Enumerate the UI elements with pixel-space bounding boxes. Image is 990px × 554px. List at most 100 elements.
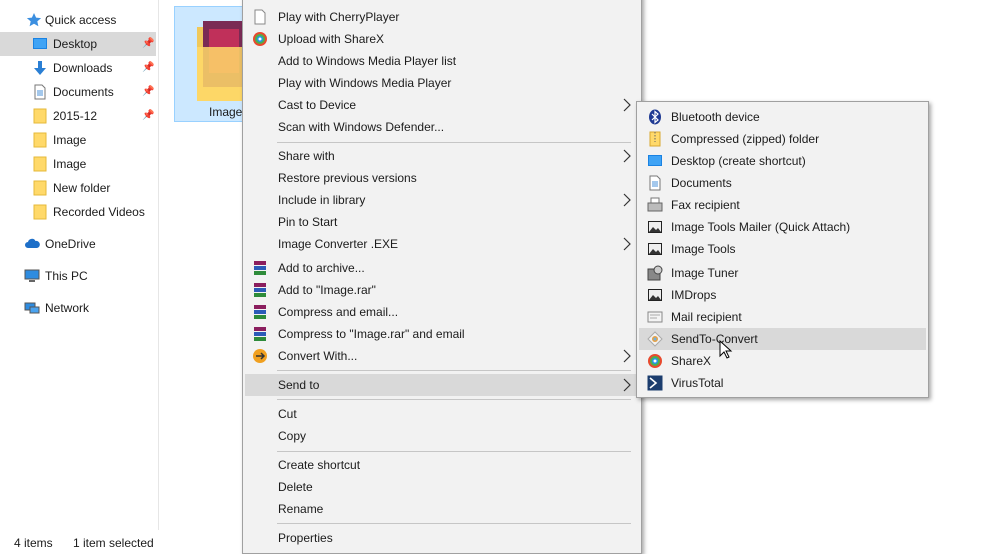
nav-item-label: Recorded Videos: [53, 205, 145, 219]
sendto-image-tools[interactable]: Image Tools: [639, 238, 926, 260]
sendto-desktop[interactable]: Desktop (create shortcut): [639, 150, 926, 172]
document-icon: [254, 9, 266, 25]
menu-item-label: Documents: [671, 176, 732, 190]
menu-item-label: Convert With...: [278, 349, 358, 363]
menu-item-restore-versions[interactable]: Restore previous versions: [245, 167, 639, 189]
image-icon: [648, 243, 662, 255]
menu-item-convert-with[interactable]: Convert With...: [245, 345, 639, 367]
nav-item-recorded-videos[interactable]: Recorded Videos: [0, 200, 156, 224]
menu-item-label: Delete: [278, 480, 313, 494]
folder-icon: [33, 204, 47, 220]
documents-icon: [649, 175, 661, 191]
nav-item-label: 2015-12: [53, 109, 98, 123]
sendto-convert-icon: [647, 331, 663, 347]
menu-item-play-wmp[interactable]: Play with Windows Media Player: [245, 72, 639, 94]
menu-separator: [277, 370, 631, 371]
nav-item-downloads[interactable]: Downloads 📌: [0, 56, 156, 80]
menu-item-label: IMDrops: [671, 288, 717, 302]
menu-item-share-with[interactable]: Share with: [245, 145, 639, 167]
menu-item-label: Compressed (zipped) folder: [671, 132, 820, 146]
pin-icon[interactable]: 📌: [142, 38, 154, 50]
menu-item-copy[interactable]: Copy: [245, 425, 639, 447]
sendto-image-tools-mailer[interactable]: Image Tools Mailer (Quick Attach): [639, 216, 926, 238]
pane-divider[interactable]: [158, 0, 159, 530]
menu-item-label: Add to Windows Media Player list: [278, 54, 457, 68]
menu-item-label: Restore previous versions: [278, 171, 417, 185]
nav-item-label: Image: [53, 133, 87, 147]
document-icon: [34, 84, 46, 100]
winrar-icon: [254, 283, 266, 297]
menu-item-label: Mail recipient: [671, 310, 742, 324]
chevron-right-icon: [623, 378, 631, 392]
nav-item-image[interactable]: Image: [0, 152, 156, 176]
pin-icon[interactable]: 📌: [142, 62, 154, 74]
nav-onedrive[interactable]: OneDrive: [0, 232, 156, 256]
menu-item-upload-sharex[interactable]: Upload with ShareX: [245, 28, 639, 50]
menu-item-label: Image Converter .EXE: [278, 237, 399, 251]
pin-icon[interactable]: 📌: [142, 110, 154, 122]
computer-icon: [24, 269, 40, 282]
folder-icon: [33, 156, 47, 172]
menu-item-include-library[interactable]: Include in library: [245, 189, 639, 211]
sendto-sendto-convert[interactable]: SendTo-Convert: [639, 328, 926, 350]
menu-separator: [277, 523, 631, 524]
menu-item-add-wmp-list[interactable]: Add to Windows Media Player list: [245, 50, 639, 72]
menu-item-cast-to-device[interactable]: Cast to Device: [245, 94, 639, 116]
nav-item-label: Desktop: [53, 37, 98, 51]
menu-item-compress-rar-email[interactable]: Compress to "Image.rar" and email: [245, 323, 639, 345]
menu-item-create-shortcut[interactable]: Create shortcut: [245, 454, 639, 476]
menu-item-image-converter[interactable]: Image Converter .EXE: [245, 233, 639, 255]
menu-item-label: Play with Windows Media Player: [278, 76, 452, 90]
nav-item-documents[interactable]: Documents 📌: [0, 80, 156, 104]
desktop-icon: [33, 38, 47, 49]
nav-item-2015-12[interactable]: 2015-12 📌: [0, 104, 156, 128]
sendto-zip-folder[interactable]: Compressed (zipped) folder: [639, 128, 926, 150]
sendto-fax[interactable]: Fax recipient: [639, 194, 926, 216]
sendto-mail-recipient[interactable]: Mail recipient: [639, 306, 926, 328]
menu-item-label: Fax recipient: [671, 198, 740, 212]
menu-item-pin-to-start[interactable]: Pin to Start: [245, 211, 639, 233]
menu-item-send-to[interactable]: Send to: [245, 374, 639, 396]
menu-item-cut[interactable]: Cut: [245, 403, 639, 425]
menu-item-play-cherryplayer[interactable]: Play with CherryPlayer: [245, 6, 639, 28]
fax-icon: [647, 197, 663, 212]
item-count: 4 items: [14, 536, 53, 550]
nav-item-label: Downloads: [53, 61, 113, 75]
nav-this-pc[interactable]: This PC: [0, 264, 156, 288]
menu-item-compress-email[interactable]: Compress and email...: [245, 301, 639, 323]
sendto-documents[interactable]: Documents: [639, 172, 926, 194]
nav-network[interactable]: Network: [0, 296, 156, 320]
sendto-imdrops[interactable]: IMDrops: [639, 284, 926, 306]
nav-onedrive-label: OneDrive: [45, 237, 96, 251]
bluetooth-icon: [649, 109, 661, 125]
menu-item-label: Image Tools Mailer (Quick Attach): [671, 220, 851, 234]
sendto-image-tuner[interactable]: Image Tuner: [639, 262, 926, 284]
menu-item-properties[interactable]: Properties: [245, 527, 639, 549]
menu-item-add-to-archive[interactable]: Add to archive...: [245, 257, 639, 279]
menu-item-label: Share with: [278, 149, 335, 163]
menu-item-add-to-rar[interactable]: Add to "Image.rar": [245, 279, 639, 301]
sendto-bluetooth[interactable]: Bluetooth device: [639, 106, 926, 128]
zip-folder-icon: [649, 131, 661, 147]
menu-item-label: Play with CherryPlayer: [278, 10, 400, 24]
folder-icon: [33, 108, 47, 124]
pin-icon[interactable]: 📌: [142, 86, 154, 98]
menu-item-label: Cast to Device: [278, 98, 357, 112]
mouse-cursor-icon: [719, 340, 733, 359]
sendto-virustotal[interactable]: VirusTotal: [639, 372, 926, 394]
folder-tile-caption: Image: [209, 105, 243, 119]
menu-item-rename[interactable]: Rename: [245, 498, 639, 520]
image-icon: [648, 221, 662, 233]
nav-item-image[interactable]: Image: [0, 128, 156, 152]
nav-item-desktop[interactable]: Desktop 📌: [0, 32, 156, 56]
menu-item-delete[interactable]: Delete: [245, 476, 639, 498]
cloud-icon: [25, 238, 40, 248]
menu-item-scan-defender[interactable]: Scan with Windows Defender...: [245, 116, 639, 138]
chevron-right-icon: [623, 98, 631, 112]
sendto-sharex[interactable]: ShareX: [639, 350, 926, 372]
folder-tile-image[interactable]: Image: [174, 6, 250, 122]
nav-item-new-folder[interactable]: New folder: [0, 176, 156, 200]
nav-quick-access[interactable]: Quick access: [0, 8, 156, 32]
menu-item-label: Upload with ShareX: [278, 32, 385, 46]
folder-thumbnail-icon: [197, 21, 245, 101]
